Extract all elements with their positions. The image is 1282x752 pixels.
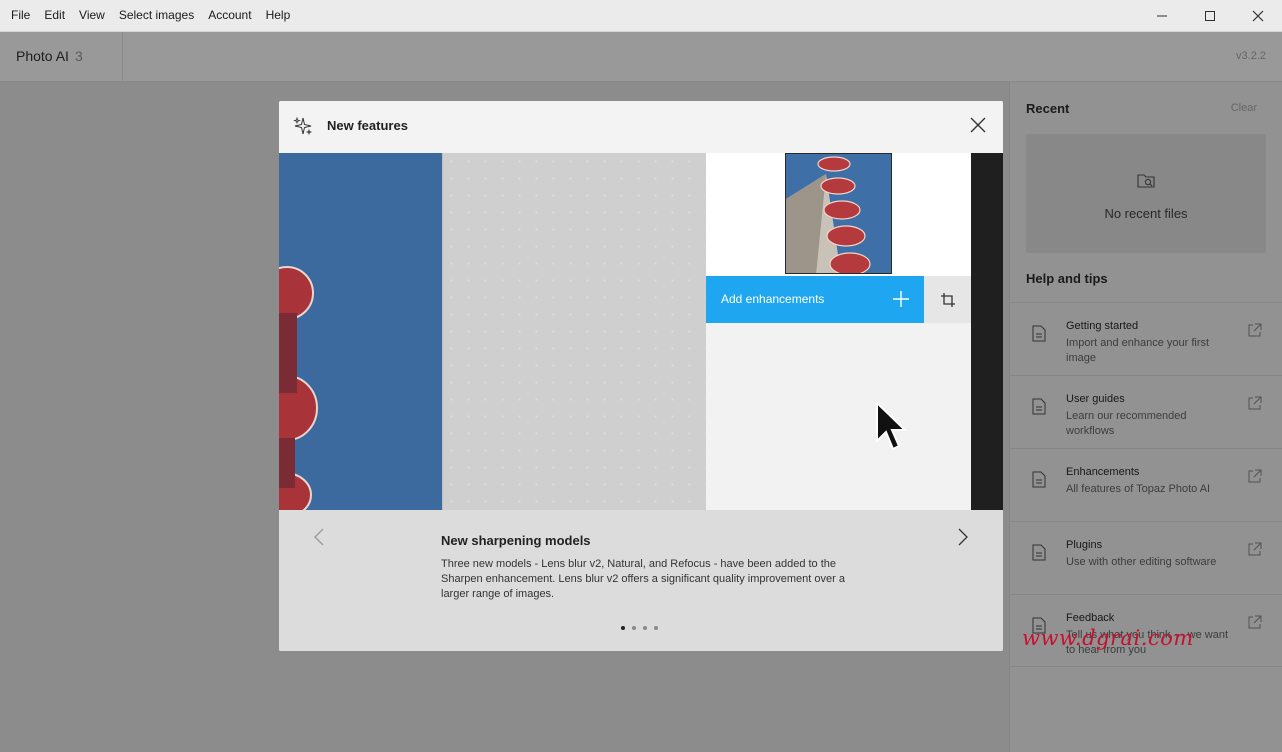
add-enhancements-button[interactable]: Add enhancements	[706, 276, 924, 323]
pagination-dot[interactable]	[654, 626, 658, 630]
plus-icon	[893, 291, 909, 307]
dialog-header: New features	[279, 101, 1003, 153]
feature-description: Three new models - Lens blur v2, Natural…	[441, 558, 845, 600]
feature-title: New sharpening models	[441, 533, 591, 548]
feature-preview-image: Add enhancements	[279, 153, 1003, 510]
crop-button[interactable]	[924, 276, 971, 323]
pagination-dot[interactable]	[621, 626, 625, 630]
chevron-left-icon[interactable]	[313, 528, 325, 546]
preview-photo-strip	[279, 153, 442, 510]
watermark-text: www.dgrai.com	[1022, 626, 1194, 650]
mouse-cursor-icon	[876, 401, 908, 451]
crop-icon	[940, 292, 955, 307]
chevron-right-icon[interactable]	[957, 528, 969, 546]
preview-grid-area	[442, 153, 706, 510]
menu-dim-overlay	[0, 0, 1282, 32]
preview-side-panel: Add enhancements	[706, 153, 971, 510]
sparkles-icon	[293, 116, 313, 136]
building-balconies-graphic	[279, 266, 318, 510]
dialog-footer: New sharpening models Three new models -…	[279, 510, 1003, 651]
pagination-dot[interactable]	[632, 626, 636, 630]
dialog-title: New features	[327, 118, 408, 133]
thumbnail-building-graphic	[786, 156, 871, 273]
pagination-dot[interactable]	[643, 626, 647, 630]
pagination-dots	[621, 626, 658, 630]
add-enhancements-label: Add enhancements	[721, 292, 825, 306]
panel-dim-overlay	[1009, 82, 1282, 752]
preview-thumbnail	[785, 153, 892, 274]
preview-thumbnail-area	[706, 153, 971, 276]
preview-dark-strip	[971, 153, 1003, 510]
close-dialog-button[interactable]	[969, 116, 987, 134]
header-dim-overlay	[0, 32, 1282, 82]
new-features-dialog: New features Add enhancements New sharpe…	[279, 101, 1003, 651]
